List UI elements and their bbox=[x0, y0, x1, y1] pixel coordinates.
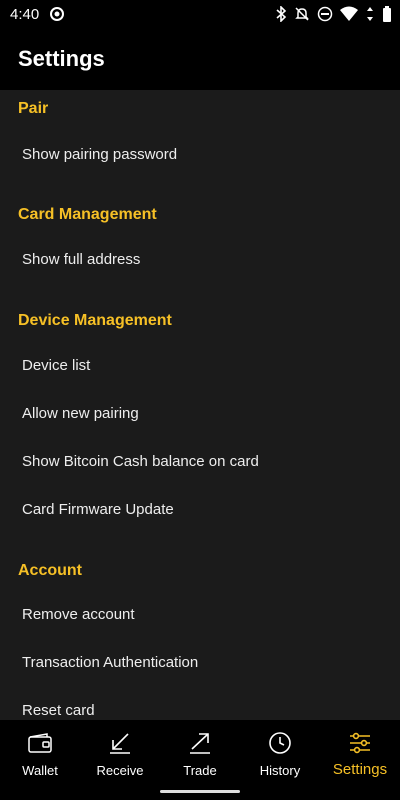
device-list-item[interactable]: Device list bbox=[22, 357, 90, 374]
wifi-icon bbox=[340, 6, 358, 22]
nav-wallet[interactable]: Wallet bbox=[0, 720, 80, 788]
mute-icon bbox=[294, 6, 310, 22]
receive-arrow-icon bbox=[107, 730, 133, 756]
bluetooth-icon bbox=[275, 6, 287, 22]
page-title: Settings bbox=[18, 46, 105, 71]
status-bar: 4:40 bbox=[0, 0, 400, 28]
section-header-account: Account bbox=[18, 562, 82, 579]
nav-trade[interactable]: Trade bbox=[160, 720, 240, 788]
dnd-icon bbox=[317, 6, 333, 22]
home-indicator[interactable] bbox=[160, 790, 240, 793]
signal-icon bbox=[365, 6, 375, 22]
circle-app-icon bbox=[49, 6, 65, 22]
section-header-device-management: Device Management bbox=[18, 312, 172, 329]
status-icons bbox=[275, 6, 392, 22]
section-header-card-management: Card Management bbox=[18, 206, 157, 223]
nav-label-receive: Receive bbox=[96, 763, 144, 778]
section-header-pair: Pair bbox=[18, 100, 49, 117]
app-bar: Settings bbox=[0, 28, 400, 90]
nav-receive[interactable]: Receive bbox=[80, 720, 160, 788]
transaction-authentication-item[interactable]: Transaction Authentication bbox=[22, 654, 198, 671]
nav-history[interactable]: History bbox=[240, 720, 320, 788]
card-firmware-update-item[interactable]: Card Firmware Update bbox=[22, 501, 174, 518]
nav-label-wallet: Wallet bbox=[22, 763, 58, 778]
wallet-icon bbox=[27, 730, 53, 756]
nav-label-trade: Trade bbox=[183, 763, 217, 778]
remove-account-item[interactable]: Remove account bbox=[22, 606, 135, 623]
show-bch-balance-item[interactable]: Show Bitcoin Cash balance on card bbox=[22, 453, 259, 470]
allow-new-pairing-item[interactable]: Allow new pairing bbox=[22, 405, 139, 422]
nav-label-history: History bbox=[259, 763, 301, 778]
bottom-nav: Wallet Receive Trade History Settings bbox=[0, 720, 400, 800]
battery-icon bbox=[382, 6, 392, 22]
status-time: 4:40 bbox=[10, 5, 40, 23]
nav-label-settings: Settings bbox=[332, 761, 388, 778]
trade-arrow-icon bbox=[187, 730, 213, 756]
clock-icon bbox=[267, 730, 293, 756]
nav-settings[interactable]: Settings bbox=[320, 720, 400, 788]
settings-list[interactable]: Pair Show pairing password Card Manageme… bbox=[0, 90, 400, 720]
show-full-address-item[interactable]: Show full address bbox=[22, 251, 140, 268]
sliders-icon bbox=[347, 730, 373, 756]
reset-card-item[interactable]: Reset card bbox=[22, 702, 95, 719]
show-pairing-password-item[interactable]: Show pairing password bbox=[22, 146, 177, 163]
